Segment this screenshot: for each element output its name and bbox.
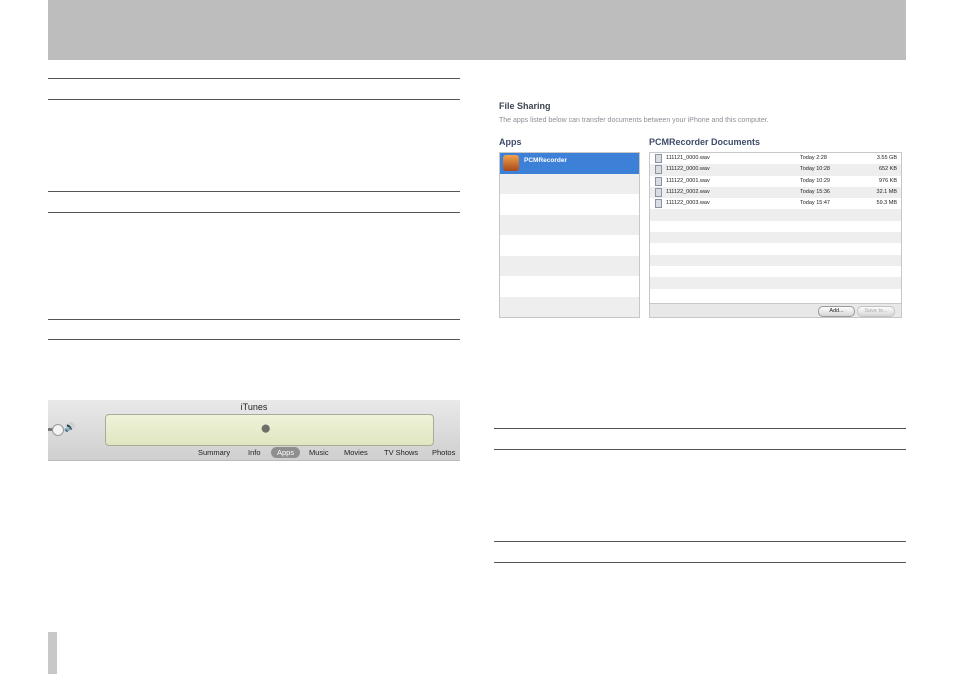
tab-tv-shows[interactable]: TV Shows [384, 447, 418, 458]
section-rule [494, 449, 906, 450]
document-row[interactable]: 111122_0000.wav Today 10:28 652 KB [650, 164, 901, 176]
empty-list-row [650, 209, 901, 221]
file-sharing-description: The apps listed below can transfer docum… [499, 117, 769, 124]
document-size: 976 KB [878, 177, 897, 184]
save-to-button[interactable]: Save to... [857, 306, 895, 317]
tab-movies[interactable]: Movies [344, 447, 368, 458]
apps-list: PCMRecorder [499, 152, 640, 318]
document-size: 3.55 GB [876, 155, 897, 161]
empty-list-row [500, 194, 639, 215]
empty-list-row [500, 276, 639, 297]
audio-file-icon [655, 176, 662, 186]
app-name: PCMRecorder [524, 157, 567, 164]
document-date: Today 15:47 [800, 200, 830, 207]
pcmrecorder-app-icon [503, 155, 519, 171]
lcd-display: ● [105, 414, 434, 446]
apps-heading: Apps [499, 137, 522, 147]
section-rule [48, 339, 460, 340]
document-size: 32.1 MB [876, 188, 897, 195]
section-rule [48, 78, 460, 79]
tab-apps[interactable]: Apps [271, 447, 301, 458]
document-row[interactable]: 111122_0001.wav Today 10:29 976 KB [650, 176, 901, 187]
tab-summary[interactable]: Summary [198, 447, 230, 458]
document-name: 111121_0000.wav [666, 155, 710, 161]
empty-list-row [650, 277, 901, 289]
app-list-item-pcmrecorder[interactable]: PCMRecorder [500, 153, 639, 174]
empty-list-row [500, 296, 639, 317]
audio-file-icon [655, 187, 662, 197]
document-name: 111122_0001.wav [666, 177, 710, 184]
volume-slider-knob[interactable] [52, 424, 64, 436]
documents-heading: PCMRecorder Documents [649, 137, 761, 147]
empty-list-row [650, 221, 901, 232]
section-rule [494, 541, 906, 542]
document-row[interactable]: 111122_0002.wav Today 15:36 32.1 MB [650, 186, 901, 199]
empty-list-row [500, 255, 639, 276]
audio-file-icon [655, 154, 662, 163]
audio-file-icon [655, 165, 662, 175]
speaker-icon: 🔊 [64, 422, 76, 432]
document-size: 59.3 MB [876, 200, 897, 207]
tab-info[interactable]: Info [248, 447, 261, 458]
tab-photos[interactable]: Photos [432, 447, 455, 458]
empty-list-row [650, 243, 901, 254]
section-rule [48, 191, 460, 192]
document-row[interactable]: 111122_0003.wav Today 15:47 59.3 MB [650, 198, 901, 209]
document-date: Today 10:28 [800, 166, 830, 173]
document-size: 652 KB [878, 166, 897, 173]
document-date: Today 15:36 [800, 188, 830, 195]
apple-logo-icon: ● [260, 418, 272, 439]
device-tab-bar: Summary Info Apps Music Movies TV Shows … [48, 447, 460, 459]
section-rule [48, 99, 460, 100]
audio-file-icon [655, 199, 662, 209]
empty-list-row [650, 232, 901, 244]
section-rule [48, 212, 460, 213]
file-sharing-title: File Sharing [499, 101, 551, 111]
empty-list-row [650, 266, 901, 277]
document-date: Today 2:28 [800, 155, 827, 161]
page-header-band [48, 0, 906, 60]
empty-list-row [500, 173, 639, 194]
add-button[interactable]: Add... [818, 306, 855, 317]
itunes-window-title: iTunes [240, 402, 268, 412]
section-rule [494, 562, 906, 563]
tab-music[interactable]: Music [309, 447, 329, 458]
document-name: 111122_0003.wav [666, 200, 710, 207]
section-rule [494, 428, 906, 429]
empty-list-row [500, 235, 639, 256]
section-rule [48, 319, 460, 320]
document-date: Today 10:29 [800, 177, 830, 184]
documents-footer: Add... Save to... [650, 303, 901, 317]
document-name: 111122_0000.wav [666, 166, 710, 173]
document-row[interactable]: 111121_0000.wav Today 2:28 3.55 GB [650, 153, 901, 164]
document-name: 111122_0002.wav [666, 188, 710, 195]
itunes-toolbar: iTunes 🔊 ● Summary Info Apps Music Movie… [48, 400, 460, 461]
documents-list: 111121_0000.wav Today 2:28 3.55 GB 11112… [649, 152, 902, 318]
page-edge-marker [48, 632, 57, 674]
empty-list-row [650, 289, 901, 300]
empty-list-row [650, 254, 901, 266]
empty-list-row [500, 214, 639, 235]
